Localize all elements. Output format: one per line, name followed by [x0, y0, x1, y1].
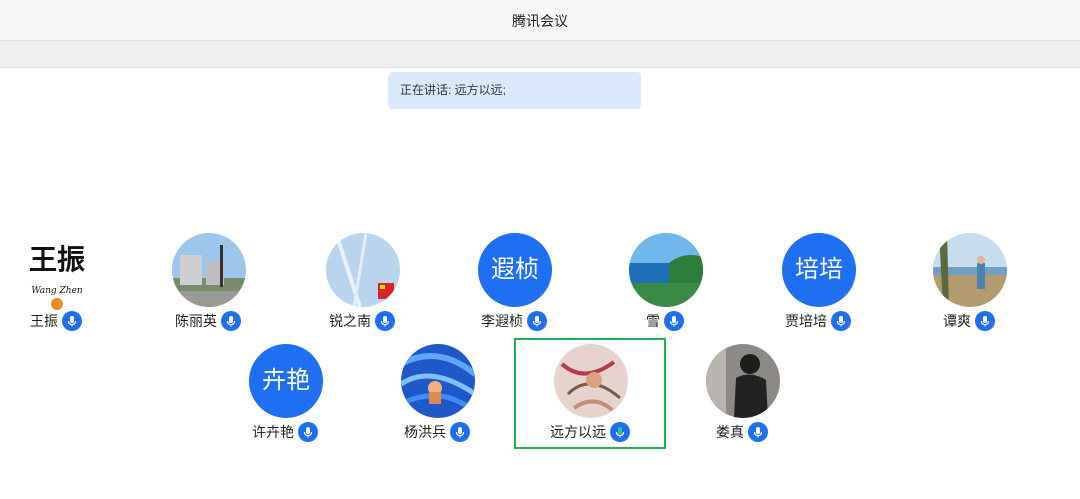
- participant-tile[interactable]: 锐之南: [307, 233, 417, 353]
- participant-name-row: 谭爽: [914, 311, 1024, 331]
- microphone-icon[interactable]: [748, 422, 768, 442]
- participant-name-row: 王振: [1, 311, 111, 331]
- microphone-icon[interactable]: [664, 311, 684, 331]
- avatar: [554, 344, 628, 418]
- participant-name: 贾培培: [785, 313, 827, 329]
- avatar: [326, 233, 400, 307]
- participant-name-row: 许卉艳: [230, 422, 340, 442]
- svg-text:Wang Zhen: Wang Zhen: [31, 286, 83, 296]
- participant-tile[interactable]: 遐桢 李遐桢: [459, 233, 569, 353]
- participant-tile[interactable]: 王振 Wang Zhen 王振: [1, 233, 111, 353]
- avatar: 卉艳: [249, 344, 323, 418]
- participant-name: 远方以远: [550, 424, 606, 440]
- participant-name-row: 贾培培: [763, 311, 873, 331]
- participant-name: 娄真: [716, 424, 744, 440]
- microphone-icon[interactable]: [831, 311, 851, 331]
- avatar: [933, 233, 1007, 307]
- participant-tile[interactable]: 远方以远: [535, 344, 645, 464]
- participant-name-row: 陈丽英: [153, 311, 263, 331]
- participant-name-row: 娄真: [687, 422, 797, 442]
- microphone-icon[interactable]: [975, 311, 995, 331]
- participant-name: 陈丽英: [175, 313, 217, 329]
- avatar: [706, 344, 780, 418]
- microphone-icon[interactable]: [450, 422, 470, 442]
- participant-name-row: 锐之南: [307, 311, 417, 331]
- participant-tile[interactable]: 培培 贾培培: [763, 233, 873, 353]
- title-bar: 腾讯会议: [0, 0, 1080, 41]
- microphone-icon[interactable]: [62, 311, 82, 331]
- participant-tile[interactable]: 雪: [610, 233, 720, 353]
- participant-name: 雪: [646, 313, 660, 329]
- avatar: 培培: [782, 233, 856, 307]
- avatar: [401, 344, 475, 418]
- toolbar-strip: [0, 41, 1080, 68]
- microphone-icon[interactable]: [375, 311, 395, 331]
- participant-name: 锐之南: [329, 313, 371, 329]
- window-title: 腾讯会议: [512, 13, 568, 29]
- participant-tile[interactable]: 陈丽英: [153, 233, 263, 353]
- participant-tile[interactable]: 卉艳 许卉艳: [230, 344, 340, 464]
- microphone-icon[interactable]: [221, 311, 241, 331]
- participant-tile[interactable]: 娄真: [687, 344, 797, 464]
- avatar: [172, 233, 246, 307]
- microphone-icon[interactable]: [298, 422, 318, 442]
- participant-tile[interactable]: 杨洪兵: [382, 344, 492, 464]
- participant-name: 许卉艳: [252, 424, 294, 440]
- participant-name: 杨洪兵: [404, 424, 446, 440]
- participant-tile[interactable]: 谭爽: [914, 233, 1024, 353]
- participant-name-row: 杨洪兵: [382, 422, 492, 442]
- participant-name: 谭爽: [943, 313, 971, 329]
- participant-name: 王振: [30, 313, 58, 329]
- participant-name-row: 雪: [610, 311, 720, 331]
- speaking-banner: 正在讲话: 远方以远;: [388, 72, 641, 109]
- avatar: 遐桢: [478, 233, 552, 307]
- microphone-icon[interactable]: [610, 422, 630, 442]
- participant-name-row: 远方以远: [535, 422, 645, 442]
- participant-name: 李遐桢: [481, 313, 523, 329]
- svg-text:王振: 王振: [29, 243, 85, 276]
- participant-name-row: 李遐桢: [459, 311, 569, 331]
- microphone-icon[interactable]: [527, 311, 547, 331]
- avatar: [629, 233, 703, 307]
- host-badge-icon: [49, 296, 65, 312]
